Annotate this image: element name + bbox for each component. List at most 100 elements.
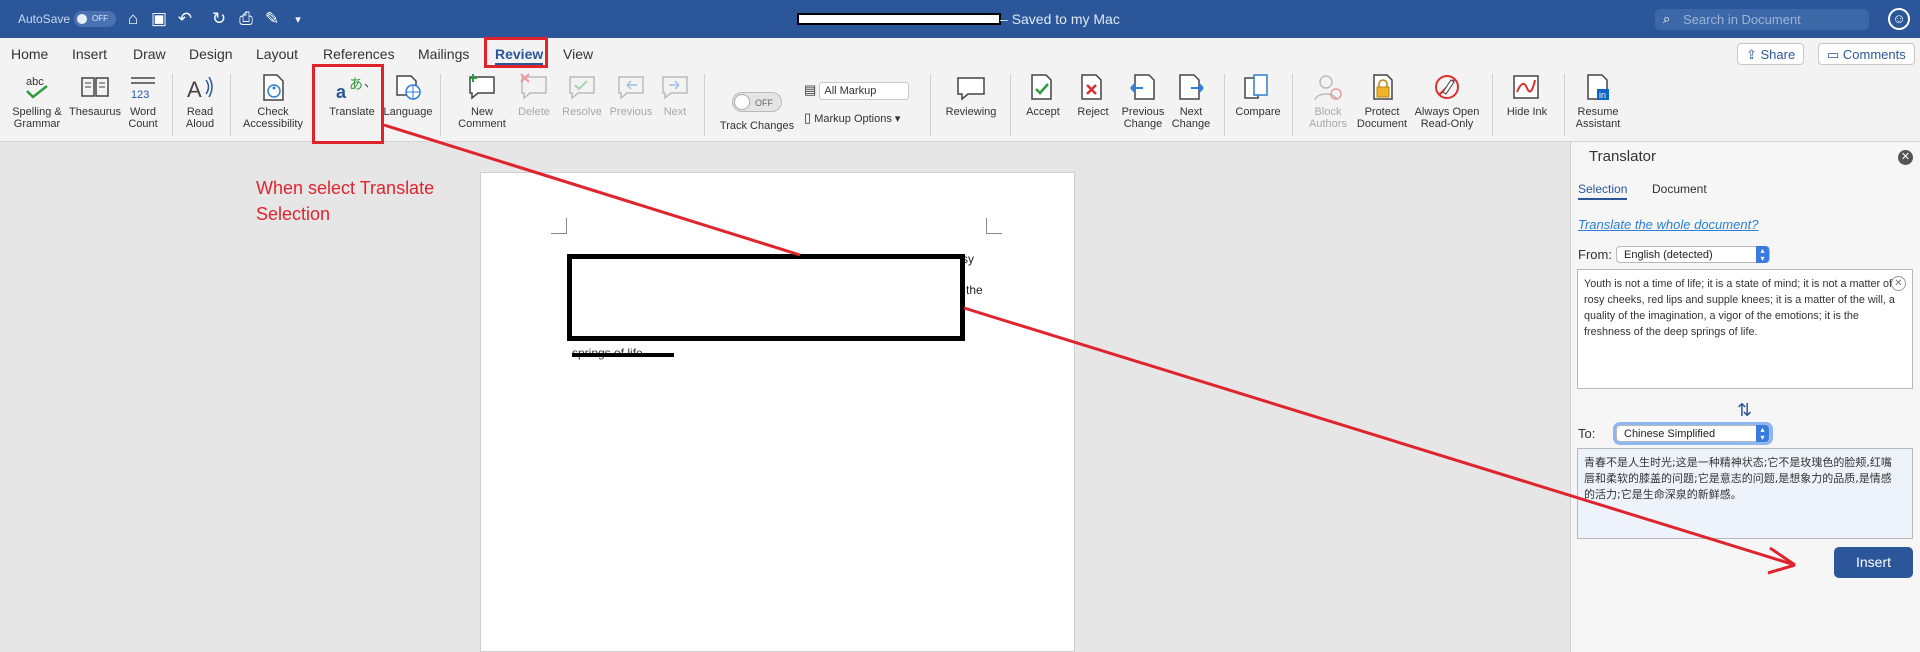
instruction-annotation: When select Translate Selection	[256, 175, 476, 227]
ribbon-divider	[172, 74, 173, 136]
resume-assistant-icon: in	[1587, 74, 1609, 100]
tab-document[interactable]: Document	[1652, 182, 1707, 196]
save-icon[interactable]: ▣	[148, 8, 170, 30]
tab-references[interactable]: References	[323, 46, 395, 62]
swap-languages-icon[interactable]: ⇅	[1737, 400, 1752, 421]
annotation-line-1: When select Translate	[256, 178, 435, 198]
previous-change-label-2: Change	[1123, 118, 1163, 130]
print-icon[interactable]: ⎙	[235, 8, 257, 30]
markup-options-button[interactable]: ▯ Markup Options ▾	[804, 111, 924, 125]
tab-view[interactable]: View	[563, 46, 593, 62]
from-language-value: English (detected)	[1624, 249, 1713, 261]
track-changes-button[interactable]: OFF Track Changes	[714, 72, 800, 132]
tab-layout[interactable]: Layout	[256, 46, 298, 62]
translator-title: Translator	[1589, 148, 1656, 165]
spelling-icon: abc	[26, 76, 48, 99]
count-label: Count	[128, 118, 158, 130]
language-button[interactable]: Language	[382, 72, 434, 118]
home-icon[interactable]: ⌂	[122, 8, 144, 30]
hide-ink-button[interactable]: Hide Ink	[1500, 72, 1554, 118]
tab-insert[interactable]: Insert	[72, 46, 107, 62]
account-icon[interactable]: ☺	[1888, 8, 1910, 30]
resume-assistant-button[interactable]: in Resume Assistant	[1568, 72, 1628, 130]
authors-label: Authors	[1309, 118, 1347, 130]
next-comment-icon	[662, 76, 688, 100]
ribbon-review: abc Spelling & Grammar Thesaurus 123 Word…	[0, 68, 1920, 142]
word-count-button[interactable]: 123 Word Count	[124, 72, 162, 130]
read-aloud-button[interactable]: A Read Aloud	[180, 72, 220, 130]
to-language-value: Chinese Simplified	[1624, 428, 1716, 440]
read-label: Read	[186, 106, 214, 118]
menu-tabs: Home Insert Draw Design Layout Reference…	[0, 38, 1920, 68]
read-only-label: Read-Only	[1420, 118, 1474, 130]
ribbon-divider	[704, 74, 705, 136]
reviewing-pane-button[interactable]: Reviewing	[940, 72, 1002, 118]
accessibility-icon	[263, 74, 284, 101]
translate-whole-document-link[interactable]: Translate the whole document?	[1578, 217, 1758, 232]
assistant-label: Assistant	[1575, 118, 1621, 130]
resolve-comment-button[interactable]: Resolve	[558, 72, 606, 118]
redo-icon[interactable]: ↻	[208, 8, 230, 30]
previous-change-button[interactable]: Previous Change	[1118, 72, 1168, 130]
customize-toolbar-icon[interactable]: ▾	[287, 8, 309, 30]
translated-text: 青春不是人生时光;这是一种精神状态;它不是玫瑰色的脸颊,红嘴唇和柔软的膝盖的问题…	[1584, 456, 1892, 501]
tab-selection[interactable]: Selection	[1578, 182, 1628, 200]
read-only-icon	[1435, 75, 1459, 99]
struck-document-text: springs of life.	[572, 346, 675, 360]
resolve-icon	[569, 76, 595, 100]
from-language-select[interactable]: English (detected) ▴ ▾	[1616, 246, 1770, 263]
next-change-button[interactable]: Next Change	[1166, 72, 1216, 130]
clear-text-icon[interactable]: ✕	[1891, 276, 1906, 291]
edit-icon[interactable]: ✎	[261, 8, 283, 30]
chevron-updown-icon: ▴ ▾	[1756, 425, 1769, 442]
previous-comment-button[interactable]: Previous	[606, 72, 656, 118]
ribbon-divider	[930, 74, 931, 136]
all-markup-label: All Markup	[824, 85, 877, 97]
close-icon[interactable]: ✕	[1898, 150, 1913, 165]
document-page[interactable]	[480, 172, 1075, 652]
always-open-read-only-button[interactable]: Always Open Read-Only	[1412, 72, 1482, 130]
delete-comment-button[interactable]: Delete	[510, 72, 558, 118]
share-button[interactable]: ⇪ Share	[1737, 43, 1805, 65]
from-label: From:	[1578, 247, 1612, 262]
resume-label: Resume	[1577, 106, 1619, 118]
ink-icon	[1513, 75, 1539, 99]
ribbon-divider	[1224, 74, 1225, 136]
reviewing-label: Reviewing	[945, 106, 997, 118]
next-comment-button[interactable]: Next	[656, 72, 694, 118]
tab-draw[interactable]: Draw	[133, 46, 166, 62]
accept-button[interactable]: Accept	[1018, 72, 1068, 118]
next-label: Next	[663, 106, 687, 118]
undo-icon[interactable]: ↶	[174, 8, 196, 30]
to-language-select[interactable]: Chinese Simplified ▴ ▾	[1616, 425, 1770, 442]
reject-button[interactable]: Reject	[1068, 72, 1118, 118]
compare-button[interactable]: Compare	[1232, 72, 1284, 118]
check-accessibility-button[interactable]: Check Accessibility	[238, 72, 308, 130]
word-count-icon: 123	[131, 77, 155, 101]
comments-button[interactable]: ▭ Comments	[1818, 43, 1915, 65]
resolve-label: Resolve	[562, 106, 602, 118]
translate-button-highlight	[312, 64, 384, 144]
track-toggle-state: OFF	[755, 98, 773, 108]
spelling-grammar-button[interactable]: abc Spelling & Grammar	[8, 72, 66, 130]
protect-document-button[interactable]: Protect Document	[1352, 72, 1412, 130]
block-authors-button[interactable]: Block Authors	[1298, 72, 1358, 130]
redacted-selection	[567, 254, 965, 341]
thesaurus-button[interactable]: Thesaurus	[68, 72, 122, 118]
track-changes-toggle[interactable]: OFF	[732, 92, 782, 112]
word-label: Word	[129, 106, 157, 118]
all-markup-select[interactable]: All Markup	[819, 82, 910, 100]
language-label: Language	[383, 106, 433, 118]
thesaurus-label: Thesaurus	[69, 106, 121, 118]
insert-button[interactable]: Insert	[1834, 547, 1913, 578]
save-status-text: Saved to my Mac	[1011, 11, 1120, 27]
markup-options-label: Markup Options	[814, 113, 892, 125]
tab-design[interactable]: Design	[189, 46, 233, 62]
source-text-area[interactable]: Youth is not a time of life; it is a sta…	[1577, 269, 1913, 389]
autosave-toggle[interactable]: OFF	[74, 11, 116, 27]
search-input[interactable]: ⌕ Search in Document	[1655, 9, 1869, 30]
tab-home[interactable]: Home	[11, 46, 48, 62]
markup-view-dropdown[interactable]: ▤ All Markup	[804, 82, 924, 100]
new-comment-button[interactable]: New Comment	[454, 72, 510, 130]
tab-mailings[interactable]: Mailings	[418, 46, 469, 62]
